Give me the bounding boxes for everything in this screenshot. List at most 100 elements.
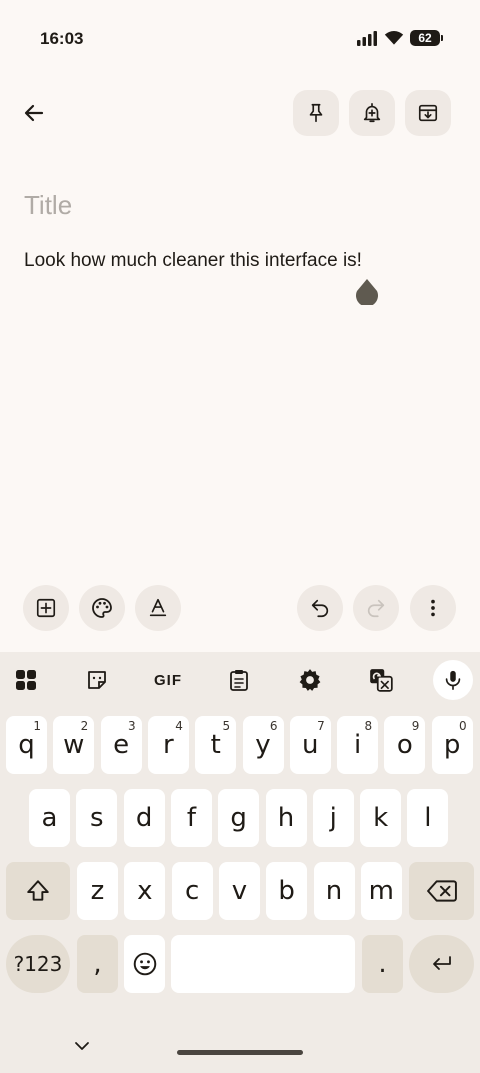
key-hint: 5 xyxy=(222,719,231,733)
key-q[interactable]: q1 xyxy=(6,716,47,774)
sticker-icon xyxy=(88,671,106,689)
wifi-icon xyxy=(384,31,404,45)
translate-icon xyxy=(370,669,393,692)
key-label: i xyxy=(353,730,362,760)
key-label: s xyxy=(90,803,104,833)
key-hint: 4 xyxy=(175,719,183,733)
keyboard-toolbar: GIF xyxy=(0,652,480,706)
key-g[interactable]: g xyxy=(218,789,260,847)
shift-key[interactable] xyxy=(6,862,70,920)
key-a[interactable]: a xyxy=(29,789,70,847)
backspace-key[interactable] xyxy=(409,862,474,920)
add-box-icon xyxy=(36,598,56,618)
apps-button[interactable] xyxy=(6,660,46,700)
signal-icon xyxy=(357,31,377,46)
status-icons: 62 xyxy=(356,30,443,46)
key-x[interactable]: x xyxy=(124,862,166,920)
note-body-input[interactable]: Look how much cleaner this interface is! xyxy=(24,250,362,272)
microphone-icon xyxy=(445,670,461,690)
reminder-button[interactable] xyxy=(349,90,395,136)
key-label: c xyxy=(184,876,200,906)
key-label: d xyxy=(135,803,153,833)
clipboard-button[interactable] xyxy=(219,660,259,700)
key-p[interactable]: p0 xyxy=(431,716,473,774)
pin-button[interactable] xyxy=(293,90,339,136)
key-hint: 9 xyxy=(411,719,420,733)
key-label: r xyxy=(163,730,174,760)
key-b[interactable]: b xyxy=(266,862,308,920)
key-k[interactable]: k xyxy=(360,789,402,847)
key-hint: 0 xyxy=(459,719,467,733)
symbols-key[interactable]: ?123 xyxy=(6,935,70,993)
text-cursor-handle[interactable] xyxy=(355,279,379,305)
chevron-down-icon[interactable] xyxy=(70,1034,94,1058)
key-s[interactable]: s xyxy=(76,789,118,847)
period-key[interactable]: . xyxy=(362,935,403,993)
space-key[interactable] xyxy=(171,935,355,993)
key-c[interactable]: c xyxy=(171,862,213,920)
palette-icon xyxy=(92,598,112,618)
more-options-button[interactable] xyxy=(410,585,456,631)
text-format-icon xyxy=(149,598,167,617)
key-hint: 1 xyxy=(33,719,41,733)
note-title-input[interactable]: Title xyxy=(24,190,72,221)
status-bar: 16:03 62 xyxy=(0,0,480,76)
archive-icon xyxy=(418,104,438,122)
translate-button[interactable] xyxy=(361,660,401,700)
bell-plus-icon xyxy=(363,103,381,123)
key-v[interactable]: v xyxy=(218,862,260,920)
key-label: e xyxy=(113,730,130,760)
key-z[interactable]: z xyxy=(77,862,118,920)
key-label: a xyxy=(41,803,58,833)
add-content-button[interactable] xyxy=(23,585,69,631)
key-label: l xyxy=(424,803,432,833)
keyboard-settings-button[interactable] xyxy=(290,660,330,700)
text-format-button[interactable] xyxy=(135,585,181,631)
gif-button[interactable]: GIF xyxy=(148,660,188,700)
key-i[interactable]: i8 xyxy=(337,716,379,774)
key-y[interactable]: y6 xyxy=(242,716,284,774)
key-n[interactable]: n xyxy=(313,862,355,920)
key-label: b xyxy=(278,876,295,906)
voice-input-button[interactable] xyxy=(433,660,473,700)
background-color-button[interactable] xyxy=(79,585,125,631)
key-hint: 6 xyxy=(269,719,278,733)
key-o[interactable]: o9 xyxy=(384,716,426,774)
backspace-icon xyxy=(426,880,457,902)
redo-button[interactable] xyxy=(353,585,399,631)
comma-key[interactable]: , xyxy=(77,935,118,993)
key-l[interactable]: l xyxy=(407,789,449,847)
emoji-icon xyxy=(133,952,156,976)
key-f[interactable]: f xyxy=(170,789,212,847)
key-j[interactable]: j xyxy=(312,789,354,847)
key-r[interactable]: r4 xyxy=(147,716,189,774)
key-hint: 7 xyxy=(317,719,325,733)
key-hint: 2 xyxy=(80,719,89,733)
key-label: o xyxy=(396,730,413,760)
arrow-back-icon xyxy=(24,104,44,122)
key-e[interactable]: e3 xyxy=(100,716,142,774)
key-m[interactable]: m xyxy=(360,862,402,920)
key-label: n xyxy=(325,876,343,906)
undo-button[interactable] xyxy=(297,585,343,631)
key-d[interactable]: d xyxy=(123,789,165,847)
key-label: z xyxy=(90,876,105,906)
home-indicator[interactable] xyxy=(177,1050,303,1055)
sticker-button[interactable] xyxy=(77,660,117,700)
key-t[interactable]: t5 xyxy=(195,716,237,774)
key-h[interactable]: h xyxy=(265,789,307,847)
key-label: h xyxy=(277,803,295,833)
key-w[interactable]: w2 xyxy=(53,716,95,774)
gear-icon xyxy=(299,669,321,691)
key-label: w xyxy=(63,730,85,760)
key-u[interactable]: u7 xyxy=(289,716,331,774)
key-label: m xyxy=(368,876,394,906)
enter-key[interactable] xyxy=(409,935,474,993)
back-button[interactable] xyxy=(12,90,56,136)
more-vert-icon xyxy=(431,599,435,617)
emoji-key[interactable] xyxy=(124,935,165,993)
key-label: j xyxy=(329,803,337,833)
key-label: g xyxy=(230,803,247,833)
navigation-bar xyxy=(0,1020,480,1073)
archive-button[interactable] xyxy=(405,90,451,136)
